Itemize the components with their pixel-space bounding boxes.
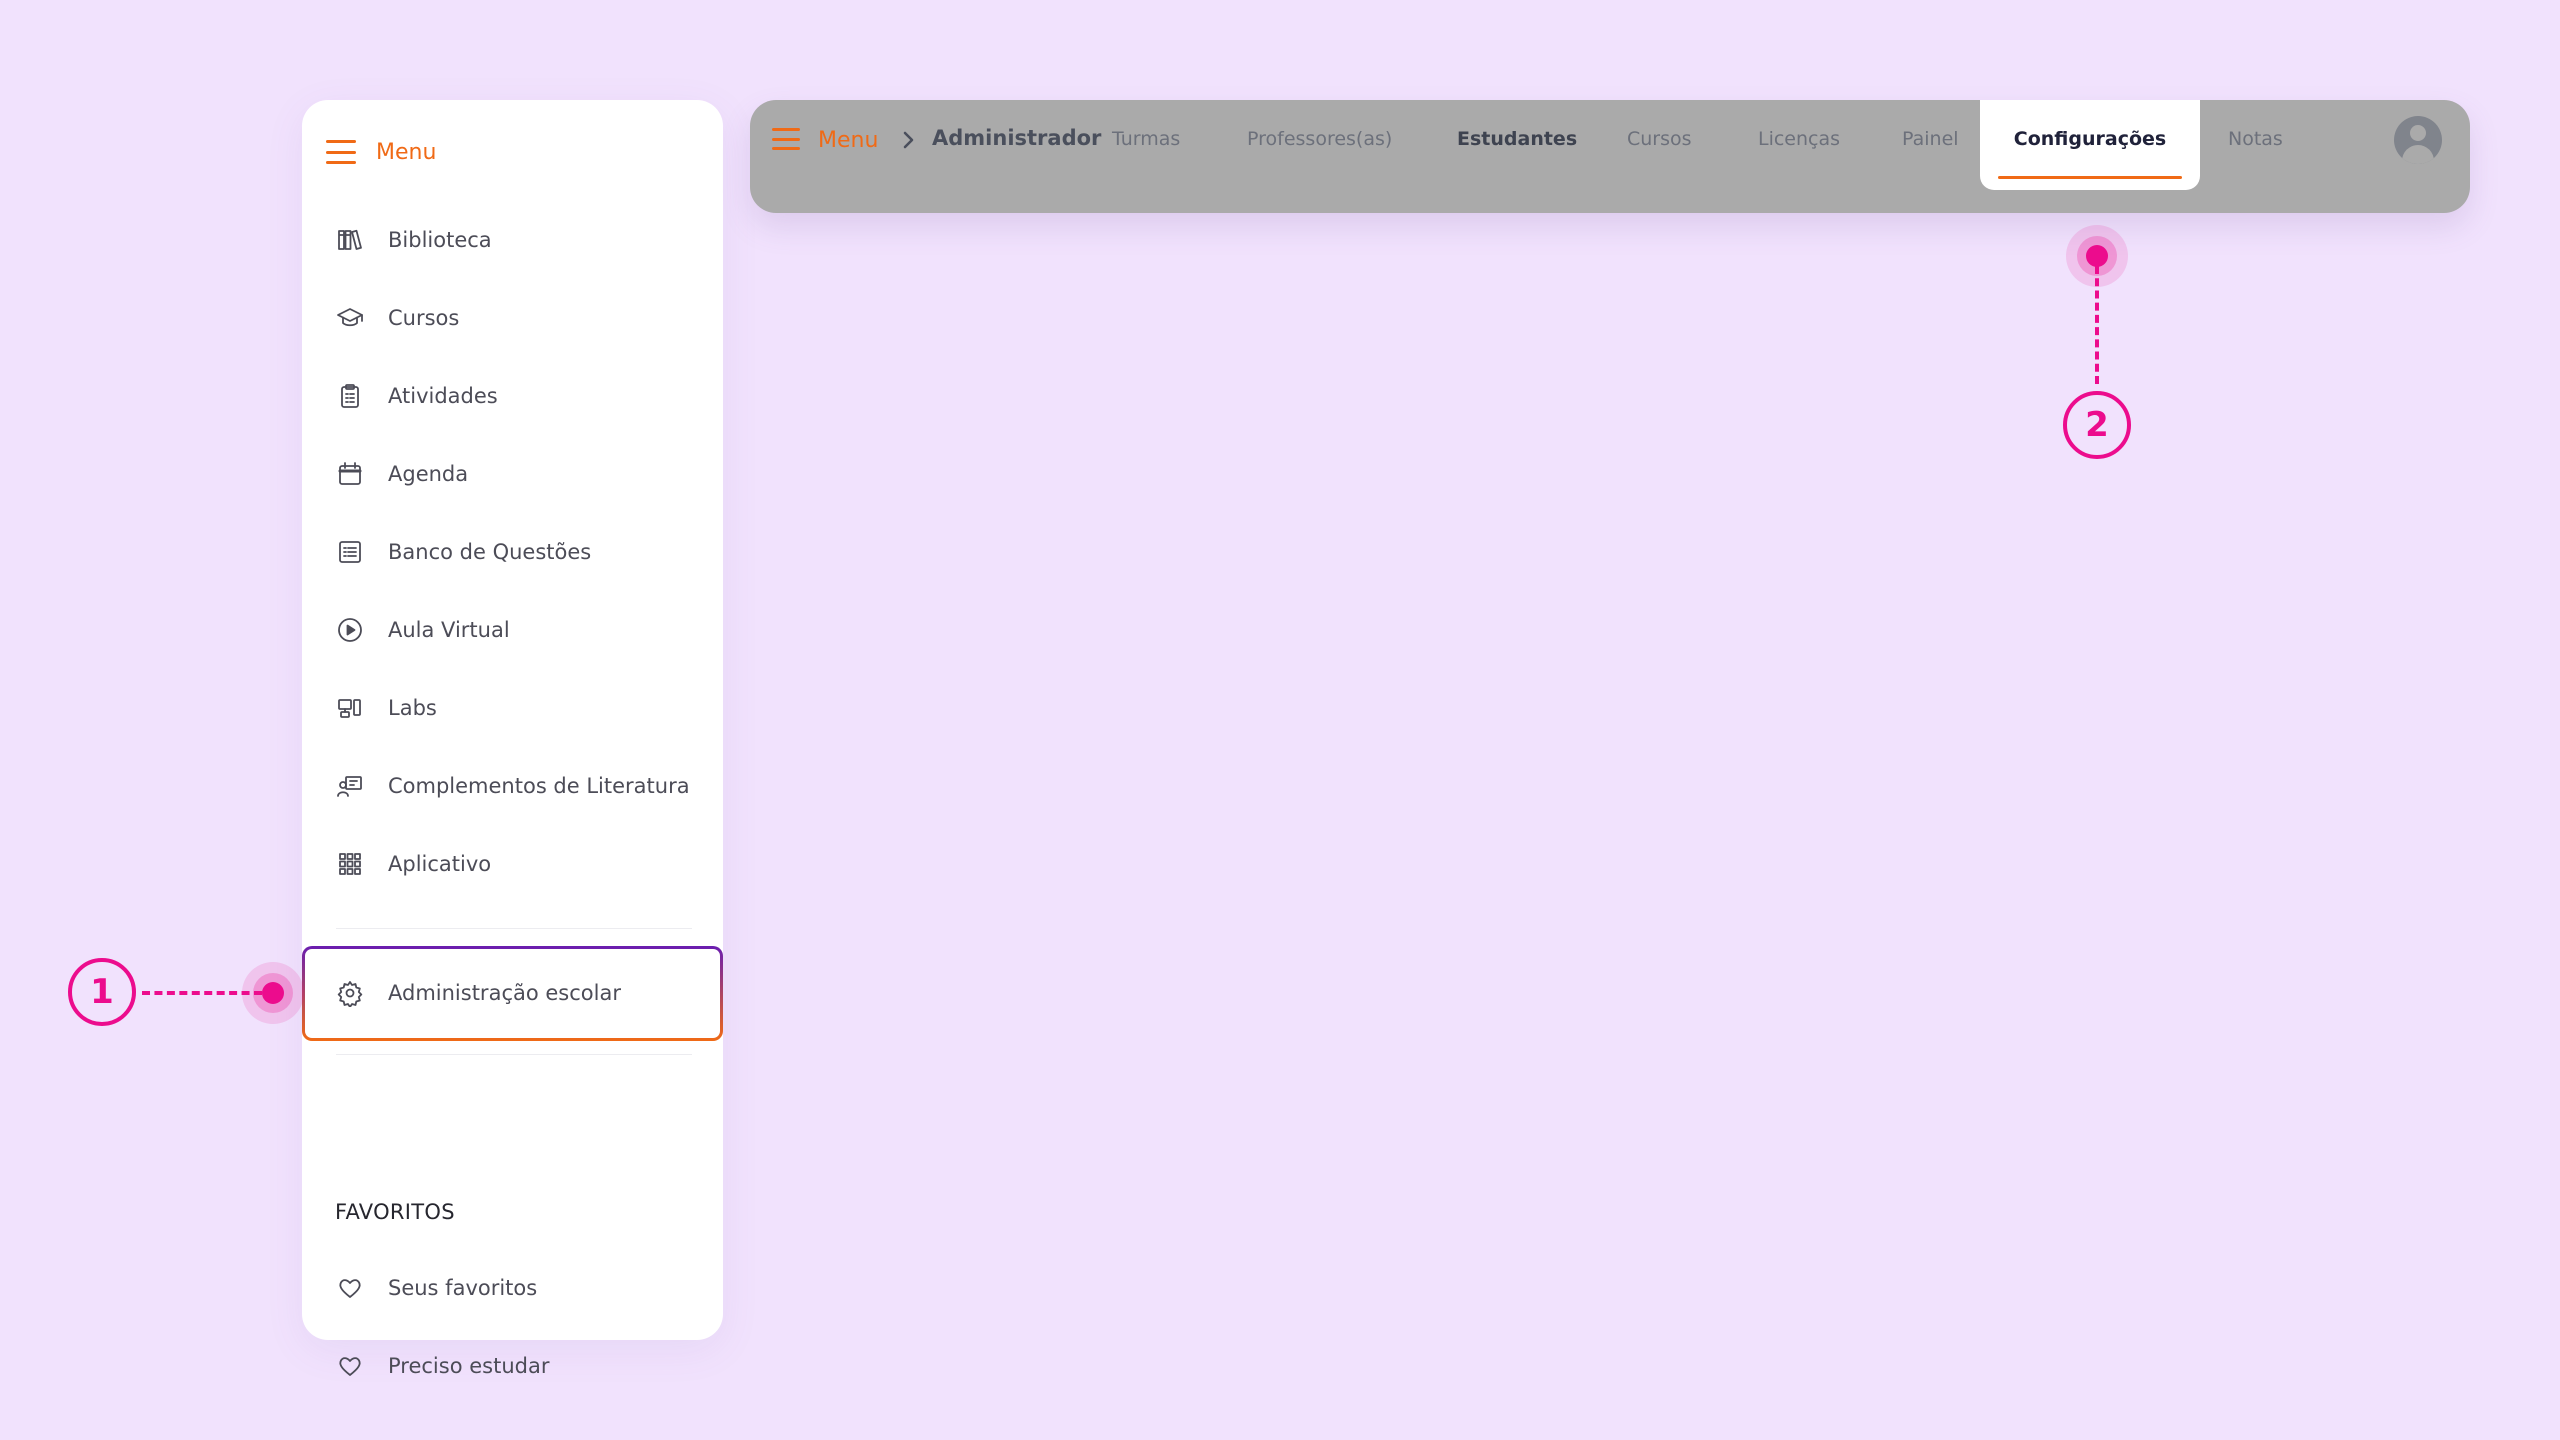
breadcrumb[interactable]: Administrador [932, 126, 1101, 150]
sidebar-item-label: Aplicativo [388, 852, 492, 876]
annotation-dot [262, 982, 284, 1004]
sidebar-item-label: Complementos de Literatura [388, 774, 690, 798]
sidebar-item-banco-de-questoes[interactable]: Banco de Questões [336, 530, 591, 574]
favorites-heading: FAVORITOS [335, 1200, 455, 1224]
sidebar-item-biblioteca[interactable]: Biblioteca [336, 218, 492, 262]
sidebar-item-label: Banco de Questões [388, 540, 592, 564]
hamburger-icon[interactable] [772, 128, 800, 150]
heart-icon [336, 1274, 364, 1302]
favorite-item-seus-favoritos[interactable]: Seus favoritos [336, 1266, 537, 1310]
heart-icon [336, 1352, 364, 1380]
tab-turmas[interactable]: Turmas [1112, 128, 1180, 150]
active-tab-underline [1998, 176, 2182, 179]
tab-cursos[interactable]: Cursos [1627, 128, 1692, 150]
list-icon [336, 538, 364, 566]
topbar-menu-label[interactable]: Menu [818, 128, 878, 153]
calendar-icon [336, 460, 364, 488]
sidebar: Menu Biblioteca Cursos Atividades Agenda… [302, 100, 723, 1378]
chevron-right-icon [900, 128, 918, 152]
tab-professores[interactable]: Professores(as) [1247, 128, 1392, 150]
tab-notas[interactable]: Notas [2228, 128, 2283, 150]
sidebar-item-label: Aula Virtual [388, 618, 510, 642]
annotation-number-2: 2 [2063, 391, 2131, 459]
sidebar-item-label: Biblioteca [388, 228, 492, 252]
graduation-cap-icon [336, 304, 364, 332]
annotation-connector [2095, 266, 2099, 384]
sidebar-item-atividades[interactable]: Atividades [336, 374, 498, 418]
gear-icon [336, 979, 364, 1007]
favorite-item-label: Seus favoritos [388, 1276, 538, 1300]
sidebar-item-label: Agenda [388, 462, 469, 486]
user-avatar-icon[interactable] [2394, 116, 2442, 164]
sidebar-menu-toggle[interactable]: Menu [326, 130, 436, 174]
labs-icon [336, 694, 364, 722]
sidebar-item-cursos[interactable]: Cursos [336, 296, 459, 340]
books-icon [336, 226, 364, 254]
tab-licencas[interactable]: Licenças [1758, 128, 1840, 150]
play-circle-icon [336, 616, 364, 644]
sidebar-item-aula-virtual[interactable]: Aula Virtual [336, 608, 510, 652]
sidebar-item-aplicativo[interactable]: Aplicativo [336, 842, 491, 886]
apps-grid-icon [336, 850, 364, 878]
sidebar-item-label: Atividades [388, 384, 498, 408]
divider [336, 1054, 692, 1055]
top-navigation-bar: Menu Administrador Turmas Professores(as… [750, 100, 2470, 213]
hamburger-icon [326, 140, 356, 164]
clipboard-icon [336, 382, 364, 410]
tab-configuracoes[interactable]: Configurações [1980, 100, 2200, 190]
annotation-connector [142, 991, 262, 995]
tab-painel[interactable]: Painel [1902, 128, 1959, 150]
sidebar-item-complementos-de-literatura[interactable]: Complementos de Literatura [336, 764, 690, 808]
sidebar-item-label: Cursos [388, 306, 460, 330]
divider [336, 928, 692, 929]
tab-estudantes[interactable]: Estudantes [1457, 128, 1577, 150]
sidebar-item-agenda[interactable]: Agenda [336, 452, 468, 496]
presenter-icon [336, 772, 364, 800]
annotation-number-1: 1 [68, 958, 136, 1026]
favorite-item-label: Preciso estudar [388, 1354, 550, 1378]
sidebar-menu-label: Menu [376, 139, 437, 165]
sidebar-item-administracao-escolar[interactable]: Administração escolar [336, 971, 621, 1015]
tab-label: Configurações [2013, 128, 2167, 150]
sidebar-item-label: Administração escolar [388, 981, 621, 1005]
sidebar-item-labs[interactable]: Labs [336, 686, 437, 730]
sidebar-item-label: Labs [388, 696, 437, 720]
favorite-item-preciso-estudar[interactable]: Preciso estudar [336, 1344, 549, 1388]
annotation-dot [2086, 245, 2108, 267]
